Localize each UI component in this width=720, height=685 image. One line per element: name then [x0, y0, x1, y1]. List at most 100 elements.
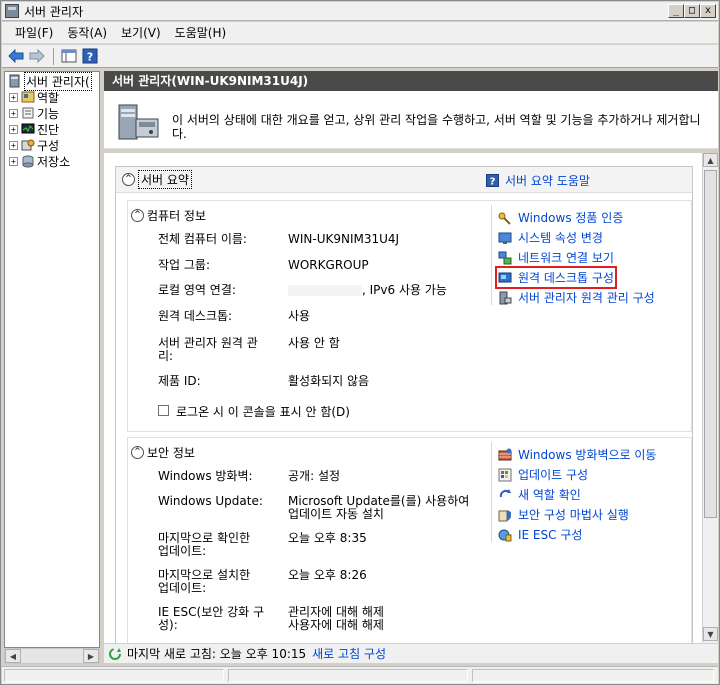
- scroll-down-icon[interactable]: ▼: [703, 627, 718, 641]
- tree-item-label: 구성: [37, 138, 60, 153]
- menu-file[interactable]: 파일(F): [8, 22, 60, 43]
- local-area-connection-value: , IPv6 사용 가능: [288, 284, 478, 297]
- configure-refresh-link[interactable]: 새로 고침 구성: [312, 645, 386, 662]
- task-label: Windows 정품 인증: [518, 211, 624, 225]
- minimize-button[interactable]: _: [668, 4, 684, 18]
- network-icon: [498, 251, 512, 265]
- scroll-left-icon[interactable]: ◀: [5, 649, 21, 663]
- summary-content: ^ 서버 요약 ? 서버 요약 도움말 ^ 컴퓨터 정보 전체 컴퓨터 이름:: [104, 153, 702, 643]
- collapse-icon[interactable]: ^: [131, 446, 144, 459]
- server-manager-icon: [498, 291, 512, 305]
- refresh-icon: [109, 647, 121, 660]
- task-configure-remote-desktop[interactable]: 원격 데스크톱 구성: [495, 266, 617, 289]
- close-button[interactable]: x: [700, 4, 716, 18]
- refresh-status-bar: 마지막 새로 고침: 오늘 오후 10:15 새로 고침 구성: [104, 643, 718, 663]
- tree-horizontal-scrollbar[interactable]: ◀ ▶: [4, 648, 100, 664]
- tree-item-label: 저장소: [37, 154, 71, 169]
- menu-action[interactable]: 동작(A): [60, 22, 114, 43]
- task-configure-server-manager-remote-management[interactable]: 서버 관리자 원격 관리 구성: [498, 289, 655, 306]
- menu-bar: 파일(F) 동작(A) 보기(V) 도움말(H): [2, 22, 718, 44]
- computer-info-header[interactable]: ^ 컴퓨터 정보: [131, 207, 206, 224]
- console-tree-icon: [61, 49, 77, 63]
- redacted-ip-address: [288, 285, 362, 296]
- menu-help[interactable]: 도움말(H): [168, 22, 234, 43]
- expand-icon[interactable]: +: [9, 108, 18, 118]
- firewall-icon: [498, 448, 512, 462]
- task-check-new-roles[interactable]: 새 역할 확인: [498, 486, 581, 503]
- help-icon: ?: [486, 174, 499, 187]
- task-label: 원격 데스크톱 구성: [518, 271, 614, 285]
- diagnostics-icon: [21, 122, 35, 136]
- task-label: 네트워크 연결 보기: [518, 251, 614, 265]
- tree-item-storage[interactable]: + 저장소: [5, 153, 99, 169]
- window-title: 서버 관리자: [24, 4, 84, 19]
- back-button[interactable]: [6, 47, 26, 65]
- toolbar-separator: [53, 47, 54, 65]
- content-vertical-scrollbar[interactable]: ▲ ▼: [702, 153, 718, 643]
- collapse-icon[interactable]: ^: [122, 173, 135, 186]
- roles-icon: [21, 90, 35, 104]
- server-summary-help-link[interactable]: ? 서버 요약 도움말: [486, 172, 590, 189]
- configuration-icon: [21, 138, 35, 152]
- forward-button[interactable]: [27, 47, 47, 65]
- server-summary-header[interactable]: ^ 서버 요약 ? 서버 요약 도움말: [116, 167, 692, 193]
- computer-info-title: 컴퓨터 정보: [147, 209, 207, 223]
- tree-root-server-manager[interactable]: 서버 관리자(: [5, 72, 99, 91]
- ie-esc-icon: [498, 528, 512, 542]
- expand-icon[interactable]: +: [9, 92, 18, 102]
- tree-item-roles[interactable]: + 역할: [5, 89, 99, 105]
- storage-icon: [21, 154, 35, 168]
- security-info-title: 보안 정보: [147, 446, 195, 460]
- expand-icon[interactable]: +: [9, 156, 18, 166]
- remote-desktop-value: 사용: [288, 309, 311, 323]
- tree-item-label: 기능: [37, 106, 60, 121]
- scroll-up-icon[interactable]: ▲: [703, 153, 718, 167]
- prop-label: 마지막으로 확인한 업데이트:: [158, 531, 251, 558]
- status-cell: [472, 669, 714, 682]
- hide-console-checkbox-label: 로그온 시 이 콘솔을 표시 안 함(D): [176, 405, 350, 419]
- workgroup-value: WORKGROUP: [288, 258, 369, 272]
- task-change-system-properties[interactable]: 시스템 속성 변경: [498, 229, 603, 246]
- windows-update-icon: [498, 468, 512, 482]
- scroll-right-icon[interactable]: ▶: [83, 649, 99, 663]
- computer-info-tasks: Windows 정품 인증 시스템 속성 변경 네트워크 연결 보기 원격 데스…: [491, 205, 695, 305]
- intro-description: 이 서버의 상태에 대한 개요를 얻고, 상위 관리 작업을 수행하고, 서버 …: [172, 113, 701, 141]
- tree-item-configuration[interactable]: + 구성: [5, 137, 99, 153]
- features-icon: [21, 106, 35, 120]
- scroll-thumb[interactable]: [704, 170, 717, 518]
- expand-icon[interactable]: +: [9, 140, 18, 150]
- task-windows-activation[interactable]: Windows 정품 인증: [498, 209, 623, 226]
- tree-item-features[interactable]: + 기능: [5, 105, 99, 121]
- task-configure-updates[interactable]: 업데이트 구성: [498, 466, 588, 483]
- task-go-to-windows-firewall[interactable]: Windows 방화벽으로 이동: [498, 446, 656, 463]
- maximize-button[interactable]: □: [684, 4, 700, 18]
- expand-icon[interactable]: +: [9, 124, 18, 134]
- help-button[interactable]: ?: [80, 47, 100, 65]
- remote-management-value: 사용 안 함: [288, 336, 340, 350]
- last-refresh-text: 마지막 새로 고침: 오늘 오후 10:15: [127, 647, 307, 661]
- scroll-track[interactable]: [21, 649, 83, 663]
- task-run-security-configuration-wizard[interactable]: 보안 구성 마법사 실행: [498, 506, 629, 523]
- prop-label: 서버 관리자 원격 관리:: [158, 336, 258, 363]
- tree-item-label: 진단: [37, 122, 60, 137]
- key-icon: [498, 211, 512, 225]
- refresh-arrows-icon: [498, 488, 512, 502]
- status-cell: [228, 669, 468, 682]
- ie-esc-value: 관리자에 대해 해제 사용자에 대해 해제: [288, 605, 384, 632]
- task-label: IE ESC 구성: [518, 528, 583, 542]
- security-info-header[interactable]: ^ 보안 정보: [131, 444, 195, 461]
- server-summary-title: 서버 요약: [138, 170, 192, 189]
- forward-arrow-icon: [29, 49, 45, 63]
- tree-item-diagnostics[interactable]: + 진단: [5, 121, 99, 137]
- title-bar[interactable]: 서버 관리자 _ □ x: [2, 2, 718, 21]
- menu-view[interactable]: 보기(V): [114, 22, 168, 43]
- tree-item-label: 역할: [37, 90, 60, 105]
- collapse-icon[interactable]: ^: [131, 209, 144, 222]
- task-view-network-connections[interactable]: 네트워크 연결 보기: [498, 249, 614, 266]
- task-label: 서버 관리자 원격 관리 구성: [518, 291, 655, 305]
- hide-console-checkbox[interactable]: [158, 405, 169, 416]
- remote-desktop-icon: [498, 271, 512, 285]
- task-configure-ie-esc[interactable]: IE ESC 구성: [498, 526, 582, 543]
- prop-label: 원격 데스크톱:: [158, 309, 233, 323]
- show-hide-console-tree-button[interactable]: [59, 47, 79, 65]
